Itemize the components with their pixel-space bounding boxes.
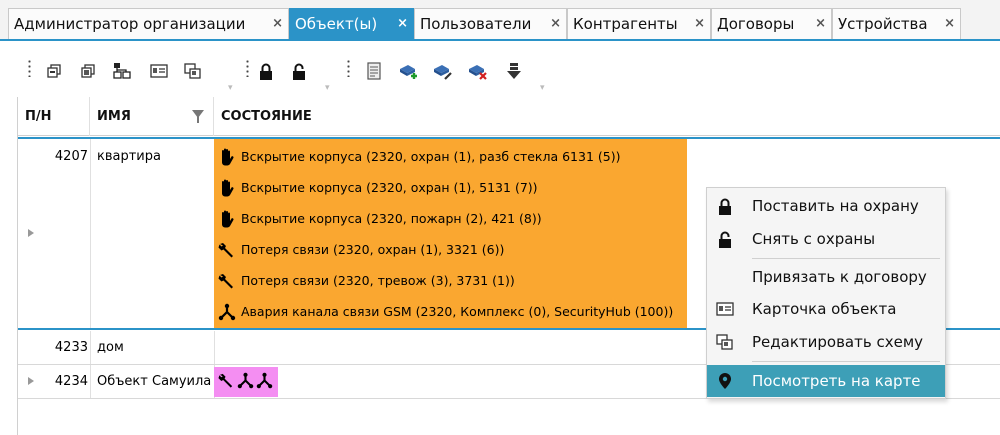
remove-device-icon[interactable] — [467, 61, 489, 81]
row-name: дом — [97, 340, 124, 355]
network-icon[interactable] — [111, 61, 133, 81]
status-text: Потеря связи (2320, охран (1), 3321 (6)) — [241, 242, 505, 257]
row-name: Объект Самуила — [97, 374, 212, 389]
hand-icon — [216, 178, 238, 198]
toolbar-separator: ▾ — [540, 83, 545, 93]
column-divider — [90, 139, 91, 328]
toolbar-separator: ▾ — [325, 83, 330, 93]
status-item: Вскрытие корпуса (2320, охран (1), разб … — [214, 141, 620, 172]
status-item: Вскрытие корпуса (2320, пожарн (2), 421 … — [214, 203, 542, 234]
status-badges — [214, 367, 278, 397]
wrench-icon — [216, 271, 238, 291]
column-header-state[interactable]: СОСТОЯНИЕ — [214, 97, 1000, 136]
close-icon[interactable]: × — [272, 9, 283, 39]
column-header-number[interactable]: П/Н — [18, 97, 90, 136]
tab-label: Пользователи — [420, 15, 532, 33]
tab-contractors[interactable]: Контрагенты × — [567, 8, 711, 39]
toolbar-grip[interactable] — [28, 59, 31, 77]
column-header-name-label: ИМЯ — [97, 109, 131, 124]
menu-item-view-on-map[interactable]: Посмотреть на карте — [707, 365, 945, 397]
tab-devices[interactable]: Устройства × — [832, 8, 961, 39]
menu-item-arm[interactable]: Поставить на охрану — [707, 190, 945, 222]
toolbar-grip[interactable] — [246, 59, 249, 77]
status-item: Потеря связи (2320, тревож (3), 3731 (1)… — [214, 265, 515, 296]
tab-users[interactable]: Пользователи × — [414, 8, 567, 39]
network-fault-icon — [256, 372, 273, 393]
lock-closed-icon[interactable] — [255, 61, 277, 81]
lock-open-icon[interactable] — [288, 61, 310, 81]
status-item: Потеря связи (2320, охран (1), 3321 (6)) — [214, 234, 504, 265]
grid-header: П/Н ИМЯ СОСТОЯНИЕ — [18, 97, 1000, 136]
menu-item-label: Привязать к договору — [752, 268, 927, 286]
menu-item-bind-contract[interactable]: Привязать к договору — [707, 261, 945, 293]
menu-item-label: Снять с охраны — [752, 230, 876, 248]
toolbar-separator: ▾ — [228, 83, 233, 93]
row-expand-icon[interactable] — [28, 229, 34, 237]
status-text: Вскрытие корпуса (2320, пожарн (2), 421 … — [241, 211, 542, 226]
copy-icon[interactable] — [43, 61, 65, 81]
add-device-icon[interactable] — [398, 61, 420, 81]
row-name: квартира — [97, 149, 161, 164]
tab-label: Администратор организации — [14, 15, 246, 33]
tab-contracts[interactable]: Договоры × — [711, 8, 832, 39]
tab-org-admin[interactable]: Администратор организации × — [8, 8, 289, 39]
toolbar: ▾ ▾ ▾ — [0, 41, 1000, 99]
close-icon[interactable]: × — [815, 9, 826, 39]
wrench-icon — [216, 240, 238, 260]
status-text: Вскрытие корпуса (2320, охран (1), 5131 … — [241, 180, 538, 195]
schema-icon — [715, 332, 735, 352]
tab-objects[interactable]: Объект(ы) × — [289, 8, 414, 39]
map-pin-icon — [715, 371, 735, 391]
row-number: 4207 — [54, 149, 88, 164]
status-item: Авария канала связи GSM (2320, Комплекс … — [214, 296, 673, 327]
lock-closed-icon — [715, 196, 735, 216]
lock-open-icon — [715, 229, 735, 249]
status-item: Вскрытие корпуса (2320, охран (1), 5131 … — [214, 172, 538, 203]
row-number: 4234 — [54, 374, 88, 389]
tab-label: Объект(ы) — [295, 15, 378, 33]
context-menu: Поставить на охрану Снять с охраны Привя… — [706, 187, 946, 399]
schema-icon[interactable] — [182, 61, 204, 81]
close-icon[interactable]: × — [694, 9, 705, 39]
menu-separator — [752, 361, 940, 362]
status-text: Потеря связи (2320, тревож (3), 3731 (1)… — [241, 273, 515, 288]
tab-bar: Администратор организации × Объект(ы) × … — [0, 0, 1000, 41]
close-icon[interactable]: × — [550, 9, 561, 39]
network-fault-icon — [237, 372, 254, 393]
column-divider — [214, 331, 215, 364]
card-icon[interactable] — [148, 61, 170, 81]
download-icon[interactable] — [503, 61, 525, 81]
column-divider — [90, 331, 91, 364]
hand-icon — [216, 147, 238, 167]
menu-item-label: Карточка объекта — [752, 300, 897, 318]
row-number: 4233 — [54, 340, 88, 355]
menu-item-label: Поставить на охрану — [752, 197, 919, 215]
column-divider — [90, 365, 91, 398]
toolbar-grip[interactable] — [347, 59, 350, 77]
tab-label: Устройства — [838, 15, 928, 33]
filter-icon[interactable] — [192, 110, 204, 123]
wrench-icon — [218, 372, 235, 393]
close-icon[interactable]: × — [944, 9, 955, 39]
menu-separator — [752, 258, 940, 259]
tab-label: Контрагенты — [573, 15, 678, 33]
menu-item-label: Редактировать схему — [752, 333, 924, 351]
menu-item-label: Посмотреть на карте — [752, 372, 921, 390]
status-text: Авария канала связи GSM (2320, Комплекс … — [241, 304, 674, 319]
tab-label: Договоры — [717, 15, 795, 33]
edit-device-icon[interactable] — [432, 61, 454, 81]
report-icon[interactable] — [363, 61, 385, 81]
close-icon[interactable]: × — [397, 9, 408, 39]
card-icon — [715, 299, 735, 319]
hand-icon — [216, 209, 238, 229]
menu-item-disarm[interactable]: Снять с охраны — [707, 223, 945, 255]
copy-alt-icon[interactable] — [77, 61, 99, 81]
network-fault-icon — [216, 302, 238, 322]
menu-item-object-card[interactable]: Карточка объекта — [707, 293, 945, 325]
status-text: Вскрытие корпуса (2320, охран (1), разб … — [241, 149, 621, 164]
menu-item-edit-schema[interactable]: Редактировать схему — [707, 326, 945, 358]
status-list: Вскрытие корпуса (2320, охран (1), разб … — [214, 139, 687, 328]
